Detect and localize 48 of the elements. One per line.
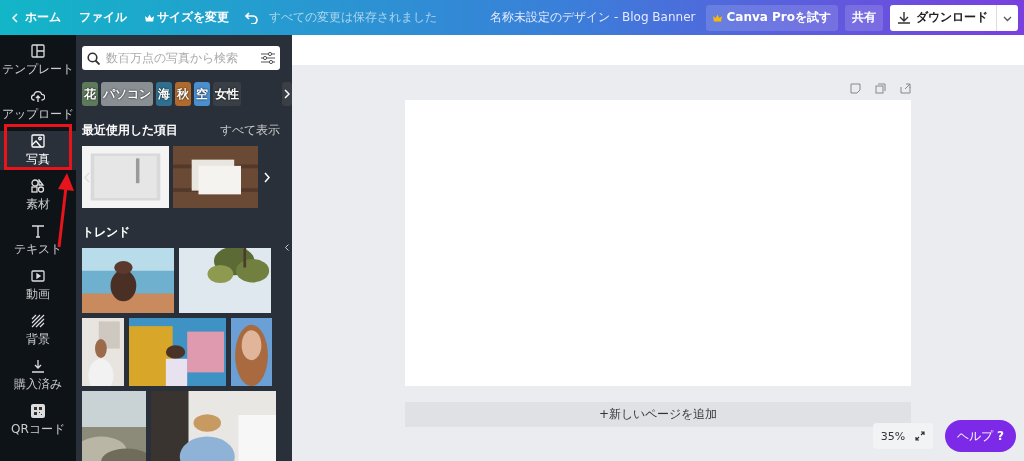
image-icon	[31, 133, 45, 148]
section-heading: 最近使用した項目	[82, 122, 178, 139]
sidebar-item[interactable]: 購入済み	[0, 356, 76, 395]
download-icon	[31, 358, 45, 373]
video-icon	[31, 268, 45, 283]
zoom-control[interactable]: 35%	[872, 423, 934, 449]
chevron-right-icon[interactable]	[264, 172, 270, 183]
see-all-link[interactable]: すべて表示	[220, 122, 280, 139]
cloud-upload-icon	[31, 88, 45, 103]
undo-icon[interactable]	[245, 11, 260, 24]
crown-icon	[145, 13, 155, 22]
chevron-left-icon	[285, 243, 289, 251]
sidebar-item[interactable]: テキスト	[0, 221, 76, 260]
help-button[interactable]: ヘルプ ?	[945, 420, 1016, 452]
save-status: すべての変更は保存されました	[269, 9, 438, 26]
tag-chip[interactable]: 秋	[175, 82, 191, 106]
chevron-right-icon	[284, 89, 290, 99]
highlight-box	[4, 124, 72, 170]
tag-chip[interactable]: 花	[82, 82, 98, 106]
sidebar-item[interactable]: 動画	[0, 266, 76, 305]
search-icon	[87, 51, 100, 65]
filter-icon[interactable]	[261, 52, 275, 64]
download-icon	[898, 11, 910, 24]
search-field[interactable]: 数百万点の写真から検索	[82, 46, 280, 70]
text-icon	[31, 223, 45, 238]
note-icon[interactable]	[850, 83, 861, 94]
sidebar-item[interactable]: QRコード	[0, 401, 76, 440]
shapes-icon	[31, 178, 45, 193]
caret-icon	[1003, 16, 1012, 22]
more-chips-button[interactable]	[282, 82, 292, 106]
add-page-button[interactable]: +新しいページを追加	[405, 402, 911, 427]
qr-code-icon	[31, 403, 45, 418]
layout-icon	[31, 43, 45, 58]
section-heading: トレンド	[82, 224, 130, 241]
hatch-icon	[31, 313, 45, 328]
chevron-left-icon	[12, 12, 18, 23]
sidebar-item[interactable]: テンプレート	[0, 41, 76, 80]
tag-chip[interactable]: 海	[156, 82, 172, 106]
share-button[interactable]: 共有	[845, 4, 883, 31]
add-page-icon[interactable]	[900, 83, 911, 94]
sidebar-item[interactable]: 背景	[0, 311, 76, 350]
pro-trial-button[interactable]: Canva Proを試す	[706, 4, 838, 31]
duplicate-icon[interactable]	[875, 83, 886, 94]
expand-icon	[915, 431, 926, 441]
sidebar-item[interactable]: アップロード	[0, 86, 76, 125]
crown-icon	[713, 13, 723, 22]
tag-chip[interactable]: 女性	[213, 82, 241, 106]
sidebar-item[interactable]: 素材	[0, 176, 76, 215]
